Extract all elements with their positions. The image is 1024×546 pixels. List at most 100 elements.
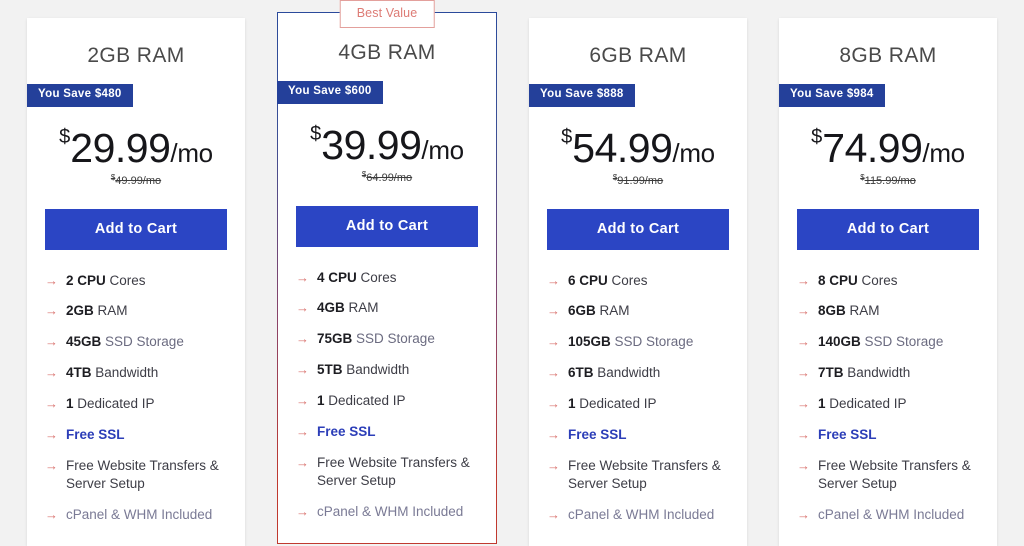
price-current: $39.99/mo: [296, 124, 478, 166]
arrow-right-icon: →: [45, 272, 58, 288]
arrow-right-icon: →: [296, 269, 309, 285]
arrow-right-icon: →: [296, 393, 309, 409]
best-value-badge: Best Value: [339, 0, 435, 28]
arrow-right-icon: →: [45, 458, 58, 474]
add-to-cart-button[interactable]: Add to Cart: [296, 205, 478, 247]
plan-card[interactable]: 6GB RAM You Save $888 $54.99/mo $91.99/mo Ad…: [529, 18, 747, 546]
arrow-right-icon: →: [797, 507, 810, 523]
feature-label: SSD Storage: [352, 331, 435, 347]
feature-item: → 1 Dedicated IP: [296, 392, 478, 410]
feature-item: → 1 Dedicated IP: [797, 395, 979, 413]
add-to-cart-button[interactable]: Add to Cart: [547, 208, 729, 250]
feature-label: Bandwidth: [342, 362, 410, 378]
arrow-right-icon: →: [547, 272, 560, 288]
feature-value: 1: [317, 393, 325, 409]
arrow-right-icon: →: [547, 427, 560, 443]
arrow-right-icon: →: [45, 396, 58, 412]
add-to-cart-button[interactable]: Add to Cart: [45, 208, 227, 250]
feature-label: SSD Storage: [101, 334, 184, 350]
feature-label: Cores: [857, 272, 898, 288]
plan-card[interactable]: 2GB RAM You Save $480 $29.99/mo $49.99/mo Ad…: [27, 18, 245, 546]
feature-item: → 1 Dedicated IP: [45, 395, 227, 413]
feature-item: → 8GB RAM: [797, 302, 979, 320]
feature-value: 7TB: [818, 365, 844, 381]
feature-item: → 4 CPU Cores: [296, 269, 478, 287]
price-original-value: 91.99/mo: [617, 174, 664, 187]
feature-label: RAM: [93, 303, 128, 319]
arrow-right-icon: →: [45, 303, 58, 319]
add-to-cart-button[interactable]: Add to Cart: [797, 208, 979, 250]
price-current: $54.99/mo: [547, 127, 729, 169]
plan-title: 4GB RAM: [338, 41, 436, 64]
arrow-right-icon: →: [547, 458, 560, 474]
feature-label: Free Website Transfers & Server Setup: [568, 458, 721, 492]
feature-label: cPanel & WHM Included: [66, 507, 213, 523]
plan-title: 2GB RAM: [87, 44, 185, 67]
feature-item: → 5TB Bandwidth: [296, 361, 478, 379]
save-badge: You Save $984: [779, 84, 885, 107]
arrow-right-icon: →: [45, 427, 58, 443]
feature-label: Dedicated IP: [825, 396, 907, 412]
feature-label: Cores: [105, 272, 146, 288]
feature-item: → 1 Dedicated IP: [547, 395, 729, 413]
plan-card[interactable]: 8GB RAM You Save $984 $74.99/mo $115.99/mo A…: [779, 18, 997, 546]
feature-item: → cPanel & WHM Included: [296, 503, 478, 521]
feature-label: Bandwidth: [593, 365, 661, 381]
feature-item: → 2 CPU Cores: [45, 272, 227, 290]
feature-label: cPanel & WHM Included: [818, 507, 965, 523]
feature-item: → Free Website Transfers & Server Setup: [296, 454, 478, 490]
price-amount: 74.99: [822, 124, 923, 171]
arrow-right-icon: →: [45, 365, 58, 381]
feature-value: 4 CPU: [317, 269, 357, 285]
plan-card[interactable]: Best Value 4GB RAM You Save $600 $39.99/mo $…: [277, 0, 497, 544]
price-block: $29.99/mo $49.99/mo: [45, 127, 227, 187]
feature-item: → 4TB Bandwidth: [45, 364, 227, 382]
feature-value: 6GB: [568, 303, 596, 319]
feature-item: → cPanel & WHM Included: [797, 506, 979, 524]
price-period: /mo: [170, 137, 213, 168]
feature-item: → 75GB SSD Storage: [296, 330, 478, 348]
save-badge-row: You Save $600: [277, 81, 478, 104]
feature-label: RAM: [845, 303, 880, 319]
arrow-right-icon: →: [797, 396, 810, 412]
price-original-strikethrough: $49.99/mo: [45, 173, 227, 187]
feature-label: Dedicated IP: [575, 396, 657, 412]
arrow-right-icon: →: [296, 331, 309, 347]
price-block: $54.99/mo $91.99/mo: [547, 127, 729, 187]
feature-label: Dedicated IP: [73, 396, 155, 412]
feature-label: Free SSL: [317, 424, 376, 440]
feature-label: Bandwidth: [843, 365, 911, 381]
save-badge: You Save $600: [277, 81, 383, 104]
feature-item: → 140GB SSD Storage: [797, 333, 979, 351]
save-badge-row: You Save $480: [27, 84, 227, 107]
save-badge-row: You Save $888: [529, 84, 729, 107]
price-currency-symbol: $: [310, 122, 322, 145]
feature-value: 5TB: [317, 362, 343, 378]
feature-item: → 2GB RAM: [45, 302, 227, 320]
feature-label: Cores: [356, 269, 397, 285]
save-badge: You Save $888: [529, 84, 635, 107]
feature-value: 140GB: [818, 334, 861, 350]
feature-value: 2 CPU: [66, 272, 106, 288]
feature-item: → 8 CPU Cores: [797, 272, 979, 290]
feature-item: → 6 CPU Cores: [547, 272, 729, 290]
price-block: $39.99/mo $64.99/mo: [296, 124, 478, 184]
feature-label: cPanel & WHM Included: [568, 507, 715, 523]
feature-item: → 45GB SSD Storage: [45, 333, 227, 351]
feature-item: → Free SSL: [797, 426, 979, 444]
save-badge-row: You Save $984: [779, 84, 979, 107]
arrow-right-icon: →: [45, 507, 58, 523]
feature-label: Cores: [607, 272, 648, 288]
arrow-right-icon: →: [296, 300, 309, 316]
feature-value: 8GB: [818, 303, 846, 319]
arrow-right-icon: →: [797, 458, 810, 474]
feature-value: 1: [66, 396, 74, 412]
feature-value: 4TB: [66, 365, 92, 381]
feature-label: cPanel & WHM Included: [317, 504, 464, 520]
price-period: /mo: [672, 137, 715, 168]
feature-value: 4GB: [317, 300, 345, 316]
feature-value: 8 CPU: [818, 272, 858, 288]
feature-item: → Free SSL: [296, 423, 478, 441]
arrow-right-icon: →: [797, 427, 810, 443]
arrow-right-icon: →: [296, 455, 309, 471]
